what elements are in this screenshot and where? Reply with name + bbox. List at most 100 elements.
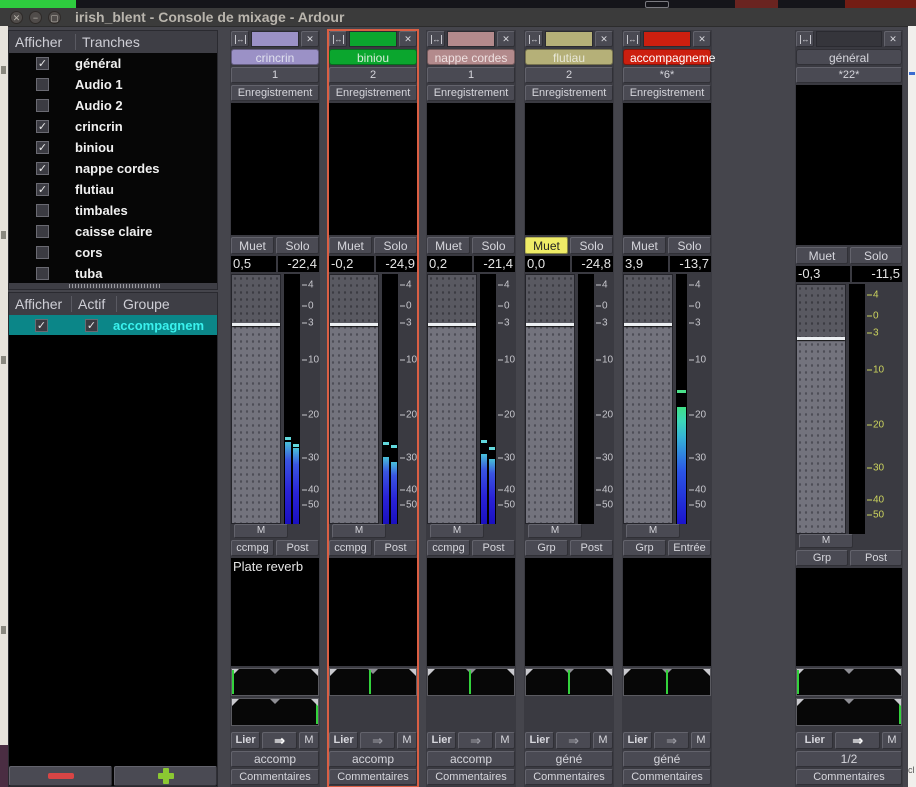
group-active-checkbox[interactable]: ✓ bbox=[85, 318, 98, 332]
strip-number-button[interactable]: 2 bbox=[525, 67, 613, 83]
window-minimize-button[interactable]: − bbox=[29, 10, 42, 24]
window-close-button[interactable]: ✕ bbox=[10, 10, 23, 24]
post-fader-processor-box[interactable]: Plate reverb bbox=[231, 558, 319, 666]
group-row[interactable]: ✓ ✓ accompagnem bbox=[9, 315, 217, 335]
gain-display[interactable]: -0,3 bbox=[796, 266, 851, 282]
output-button[interactable]: accomp bbox=[427, 751, 515, 767]
post-fader-processor-box[interactable] bbox=[525, 558, 613, 666]
metering-point-m-button[interactable]: M bbox=[528, 524, 582, 538]
narrow-strip-button[interactable]: ↔ bbox=[796, 31, 814, 47]
mute-button[interactable]: Muet bbox=[525, 237, 568, 254]
mute-button[interactable]: Muet bbox=[231, 237, 274, 254]
remove-group-button[interactable] bbox=[9, 766, 112, 786]
pre-fader-processor-box[interactable] bbox=[525, 103, 613, 235]
hide-strip-button[interactable]: ✕ bbox=[595, 31, 613, 47]
post-fader-processor-box[interactable] bbox=[796, 568, 902, 666]
narrow-strip-button[interactable]: ↔ bbox=[231, 31, 249, 47]
pan-mono-button[interactable]: M bbox=[299, 732, 319, 749]
narrow-strip-button[interactable]: ↔ bbox=[525, 31, 543, 47]
link-panners-button[interactable]: Lier bbox=[796, 732, 834, 749]
pan-widget[interactable] bbox=[427, 668, 515, 696]
strip-name-button[interactable]: flutiau bbox=[525, 49, 613, 65]
comments-button[interactable]: Commentaires bbox=[525, 769, 613, 785]
column-tranches[interactable]: Tranches bbox=[76, 34, 140, 50]
track-row[interactable]: cors bbox=[9, 242, 217, 263]
track-visible-checkbox[interactable] bbox=[36, 246, 49, 259]
solo-button[interactable]: Solo bbox=[850, 247, 902, 264]
pan-widget[interactable] bbox=[231, 668, 319, 696]
peak-display[interactable]: -21,4 bbox=[473, 256, 515, 272]
metering-point-m-button[interactable]: M bbox=[626, 524, 680, 538]
strip-number-button[interactable]: 1 bbox=[231, 67, 319, 83]
record-button[interactable]: Enregistrement bbox=[525, 85, 613, 101]
mute-button[interactable]: Muet bbox=[796, 247, 848, 264]
pan-mono-button[interactable]: M bbox=[397, 732, 417, 749]
mute-button[interactable]: Muet bbox=[329, 237, 372, 254]
track-row[interactable]: ✓ nappe cordes bbox=[9, 158, 217, 179]
pan-direction-button[interactable]: ⇒ bbox=[262, 732, 297, 749]
narrow-strip-button[interactable]: ↔ bbox=[329, 31, 347, 47]
pan-mono-button[interactable]: M bbox=[495, 732, 515, 749]
pan-widget[interactable] bbox=[796, 698, 902, 726]
fader-handle[interactable] bbox=[797, 337, 845, 341]
pan-direction-button[interactable]: ⇒ bbox=[835, 732, 880, 749]
link-panners-button[interactable]: Lier bbox=[623, 732, 653, 749]
solo-button[interactable]: Solo bbox=[570, 237, 613, 254]
metering-point-m-button[interactable]: M bbox=[430, 524, 484, 538]
solo-button[interactable]: Solo bbox=[374, 237, 417, 254]
comments-button[interactable]: Commentaires bbox=[427, 769, 515, 785]
processor-label[interactable]: Plate reverb bbox=[233, 559, 303, 574]
column-afficher[interactable]: Afficher bbox=[9, 296, 71, 312]
peak-display[interactable]: -11,5 bbox=[852, 266, 902, 282]
pre-fader-processor-box[interactable] bbox=[427, 103, 515, 235]
track-visible-checkbox[interactable] bbox=[36, 204, 49, 217]
window-maximize-button[interactable]: ▢ bbox=[48, 10, 61, 24]
strip-number-button[interactable]: *6* bbox=[623, 67, 711, 83]
meter-point-button[interactable]: Post bbox=[472, 540, 515, 556]
link-panners-button[interactable]: Lier bbox=[525, 732, 555, 749]
pre-fader-processor-box[interactable] bbox=[231, 103, 319, 235]
output-button[interactable]: accomp bbox=[329, 751, 417, 767]
strip-name-button[interactable]: général bbox=[796, 49, 902, 65]
narrow-strip-button[interactable]: ↔ bbox=[623, 31, 641, 47]
solo-button[interactable]: Solo bbox=[472, 237, 515, 254]
link-panners-button[interactable]: Lier bbox=[329, 732, 359, 749]
strip-number-button[interactable]: 1 bbox=[427, 67, 515, 83]
record-button[interactable]: Enregistrement bbox=[329, 85, 417, 101]
group-show-checkbox[interactable]: ✓ bbox=[35, 318, 48, 332]
pan-widget[interactable] bbox=[623, 668, 711, 696]
group-assign-button[interactable]: Grp bbox=[623, 540, 666, 556]
gain-display[interactable]: -0,2 bbox=[329, 256, 374, 272]
titlebar[interactable]: ✕ − ▢ irish_blent - Console de mixage - … bbox=[0, 8, 916, 27]
group-assign-button[interactable]: Grp bbox=[525, 540, 568, 556]
track-row[interactable]: ✓ crincrin bbox=[9, 116, 217, 137]
track-visible-checkbox[interactable]: ✓ bbox=[36, 141, 49, 154]
link-panners-button[interactable]: Lier bbox=[231, 732, 261, 749]
track-visible-checkbox[interactable] bbox=[36, 99, 49, 112]
meter-point-button[interactable]: Post bbox=[374, 540, 417, 556]
group-assign-button[interactable]: ccmpg bbox=[427, 540, 470, 556]
gain-display[interactable]: 0,2 bbox=[427, 256, 472, 272]
pre-fader-processor-box[interactable] bbox=[623, 103, 711, 235]
track-row[interactable]: tuba bbox=[9, 263, 217, 283]
record-button[interactable]: Enregistrement bbox=[231, 85, 319, 101]
output-button[interactable]: géné bbox=[525, 751, 613, 767]
hide-strip-button[interactable]: ✕ bbox=[301, 31, 319, 47]
peak-display[interactable]: -13,7 bbox=[669, 256, 711, 272]
track-visible-checkbox[interactable]: ✓ bbox=[36, 183, 49, 196]
record-button[interactable]: Enregistrement bbox=[427, 85, 515, 101]
link-panners-button[interactable]: Lier bbox=[427, 732, 457, 749]
horizontal-scrollbar[interactable] bbox=[9, 283, 217, 289]
metering-point-m-button[interactable]: M bbox=[799, 534, 853, 548]
comments-button[interactable]: Commentaires bbox=[329, 769, 417, 785]
mute-button[interactable]: Muet bbox=[427, 237, 470, 254]
gain-display[interactable]: 0,5 bbox=[231, 256, 276, 272]
track-visible-checkbox[interactable]: ✓ bbox=[36, 57, 49, 70]
strip-name-button[interactable]: accompagneme bbox=[623, 49, 715, 65]
peak-display[interactable]: -22,4 bbox=[277, 256, 319, 272]
metering-point-m-button[interactable]: M bbox=[332, 524, 386, 538]
group-assign-button[interactable]: ccmpg bbox=[329, 540, 372, 556]
output-button[interactable]: 1/2 bbox=[796, 751, 902, 767]
pan-mono-button[interactable]: M bbox=[882, 732, 902, 749]
fader[interactable] bbox=[329, 274, 379, 524]
